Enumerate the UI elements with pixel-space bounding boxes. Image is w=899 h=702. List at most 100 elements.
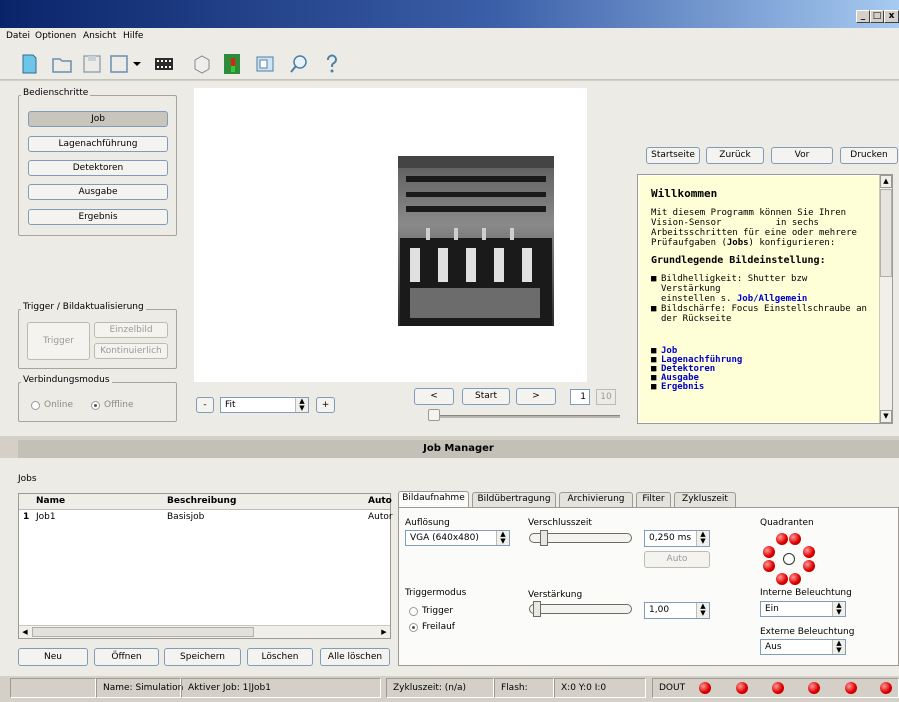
scroll-down-icon[interactable]: ▼	[880, 410, 892, 423]
online-label: Online	[44, 400, 74, 410]
tab-zykluszeit[interactable]: Zykluszeit	[674, 492, 736, 507]
help-intro-line-1: Mit diesem Programm können Sie Ihren	[651, 208, 847, 218]
search-icon[interactable]	[287, 52, 311, 76]
dout-led	[699, 682, 711, 694]
help-link-ergebnis[interactable]: Ergebnis	[661, 382, 704, 392]
quadrant-led[interactable]	[776, 573, 788, 585]
step-ausgabe-button[interactable]: Ausgabe	[28, 184, 168, 200]
help-scroll-thumb[interactable]	[880, 189, 892, 277]
tab-bilduebertragung[interactable]: Bildübertragung	[472, 492, 556, 507]
quadrant-led[interactable]	[803, 546, 815, 558]
zoom-out-button[interactable]: -	[196, 397, 214, 413]
shutter-slider-thumb[interactable]	[540, 530, 548, 546]
home-button[interactable]: Startseite	[646, 147, 700, 164]
save-icon[interactable]	[80, 52, 104, 76]
tab-archivierung[interactable]: Archivierung	[559, 492, 633, 507]
scroll-left-icon[interactable]: ◀	[19, 626, 31, 638]
auto-button[interactable]: Auto	[644, 551, 710, 568]
frame-slider-track[interactable]	[428, 415, 620, 418]
shutter-spin-icon: ▲ ▼	[696, 531, 709, 546]
step-detektoren-button[interactable]: Detektoren	[28, 160, 168, 176]
help-bullet-1: ■ Bildhelligkeit: Shutter bzw Verstärkun…	[651, 274, 808, 304]
help-scrollbar[interactable]: ▲ ▼	[879, 175, 892, 423]
frame-slider-thumb[interactable]	[428, 409, 440, 421]
dout-led	[736, 682, 748, 694]
menu-hilfe[interactable]: Hilfe	[123, 31, 143, 41]
quadrant-led[interactable]	[803, 560, 815, 572]
scroll-up-icon[interactable]: ▲	[880, 175, 892, 188]
zoom-select[interactable]: Fit ▲ ▼	[220, 397, 309, 413]
new-job-button[interactable]: Neu	[18, 648, 88, 666]
quadrant-led[interactable]	[789, 573, 801, 585]
save-job-button[interactable]: Speichern	[164, 648, 241, 666]
save-as-icon[interactable]	[107, 52, 143, 76]
scroll-right-icon[interactable]: ▶	[378, 626, 390, 638]
quadrant-led[interactable]	[776, 533, 788, 545]
quadrant-led[interactable]	[763, 546, 775, 558]
gain-slider[interactable]	[529, 604, 632, 614]
offline-label: Offline	[104, 400, 134, 410]
shutter-field[interactable]: 0,250 ms ▲ ▼	[644, 530, 710, 547]
step-job-button[interactable]: Job	[28, 111, 168, 127]
forward-button[interactable]: Vor	[771, 147, 833, 164]
zoom-in-button[interactable]: +	[316, 397, 335, 413]
quadrant-led[interactable]	[763, 560, 775, 572]
resolution-value: VGA (640x480)	[410, 533, 479, 543]
jobs-hscrollbar[interactable]: ◀ ▶	[19, 625, 390, 638]
help-icon[interactable]	[320, 52, 344, 76]
col-name-header[interactable]: Name	[36, 494, 65, 509]
external-light-select[interactable]: Aus ▲ ▼	[760, 639, 846, 655]
row-author: Autor	[368, 512, 393, 522]
delete-job-button[interactable]: Löschen	[247, 648, 313, 666]
resolution-select[interactable]: VGA (640x480) ▲ ▼	[405, 530, 510, 546]
prev-frame-button[interactable]: <	[414, 388, 454, 405]
menu-optionen[interactable]: Optionen	[35, 31, 76, 41]
image-view[interactable]	[194, 88, 587, 382]
offline-radio[interactable]	[91, 401, 100, 410]
menu-ansicht[interactable]: Ansicht	[83, 31, 116, 41]
help-link-job-allgemein[interactable]: Job/Allgemein	[737, 294, 807, 304]
bullet-icon: ■	[651, 304, 657, 314]
gain-slider-thumb[interactable]	[533, 601, 541, 617]
film-icon[interactable]	[152, 52, 176, 76]
gain-field[interactable]: 1,00 ▲ ▼	[644, 602, 710, 619]
minimize-button[interactable]: _	[856, 10, 870, 23]
online-radio[interactable]	[31, 401, 40, 410]
zoom-spin-icon: ▲ ▼	[295, 398, 308, 412]
start-button[interactable]: Start	[462, 388, 510, 405]
status-cell-empty	[10, 678, 96, 698]
tab-filter[interactable]: Filter	[636, 492, 671, 507]
camera-icon[interactable]	[190, 52, 214, 76]
window-icon[interactable]	[253, 52, 277, 76]
trigger-mode-radio[interactable]	[409, 607, 418, 616]
resolution-label: Auflösung	[405, 518, 450, 528]
col-description-header[interactable]: Beschreibung	[167, 494, 236, 509]
internal-light-select[interactable]: Ein ▲ ▼	[760, 601, 846, 617]
quadrant-center-icon	[783, 553, 795, 565]
print-button[interactable]: Drucken	[840, 147, 898, 164]
delete-all-button[interactable]: Alle löschen	[320, 648, 390, 666]
close-button[interactable]: x	[884, 10, 899, 23]
menu-datei[interactable]: Datei	[6, 31, 30, 41]
back-button[interactable]: Zurück	[706, 147, 764, 164]
table-row[interactable]: 1 Job1 Basisjob Autor	[19, 511, 393, 524]
internal-light-label: Interne Beleuchtung	[760, 588, 852, 598]
step-ergebnis-button[interactable]: Ergebnis	[28, 209, 168, 225]
next-frame-button[interactable]: >	[516, 388, 556, 405]
frame-number-field[interactable]: 1	[570, 389, 590, 405]
maximize-button[interactable]: □	[870, 10, 884, 23]
trigger-button[interactable]: Trigger	[27, 322, 90, 360]
open-job-button[interactable]: Öffnen	[94, 648, 159, 666]
open-folder-icon[interactable]	[50, 52, 74, 76]
jobs-hscroll-thumb[interactable]	[32, 627, 254, 637]
single-image-button[interactable]: Einzelbild	[94, 322, 168, 338]
new-document-icon[interactable]	[17, 52, 41, 76]
quadrant-led[interactable]	[789, 533, 801, 545]
signal-icon[interactable]	[220, 52, 244, 76]
help-subheading: Grundlegende Bildeinstellung:	[651, 255, 826, 266]
continuous-button[interactable]: Kontinuierlich	[94, 343, 168, 359]
col-author-header[interactable]: Auto	[368, 494, 392, 509]
step-lagenachfuehrung-button[interactable]: Lagenachführung	[28, 136, 168, 152]
freerun-mode-radio[interactable]	[409, 623, 418, 632]
tab-bildaufnahme[interactable]: Bildaufnahme	[398, 491, 469, 508]
